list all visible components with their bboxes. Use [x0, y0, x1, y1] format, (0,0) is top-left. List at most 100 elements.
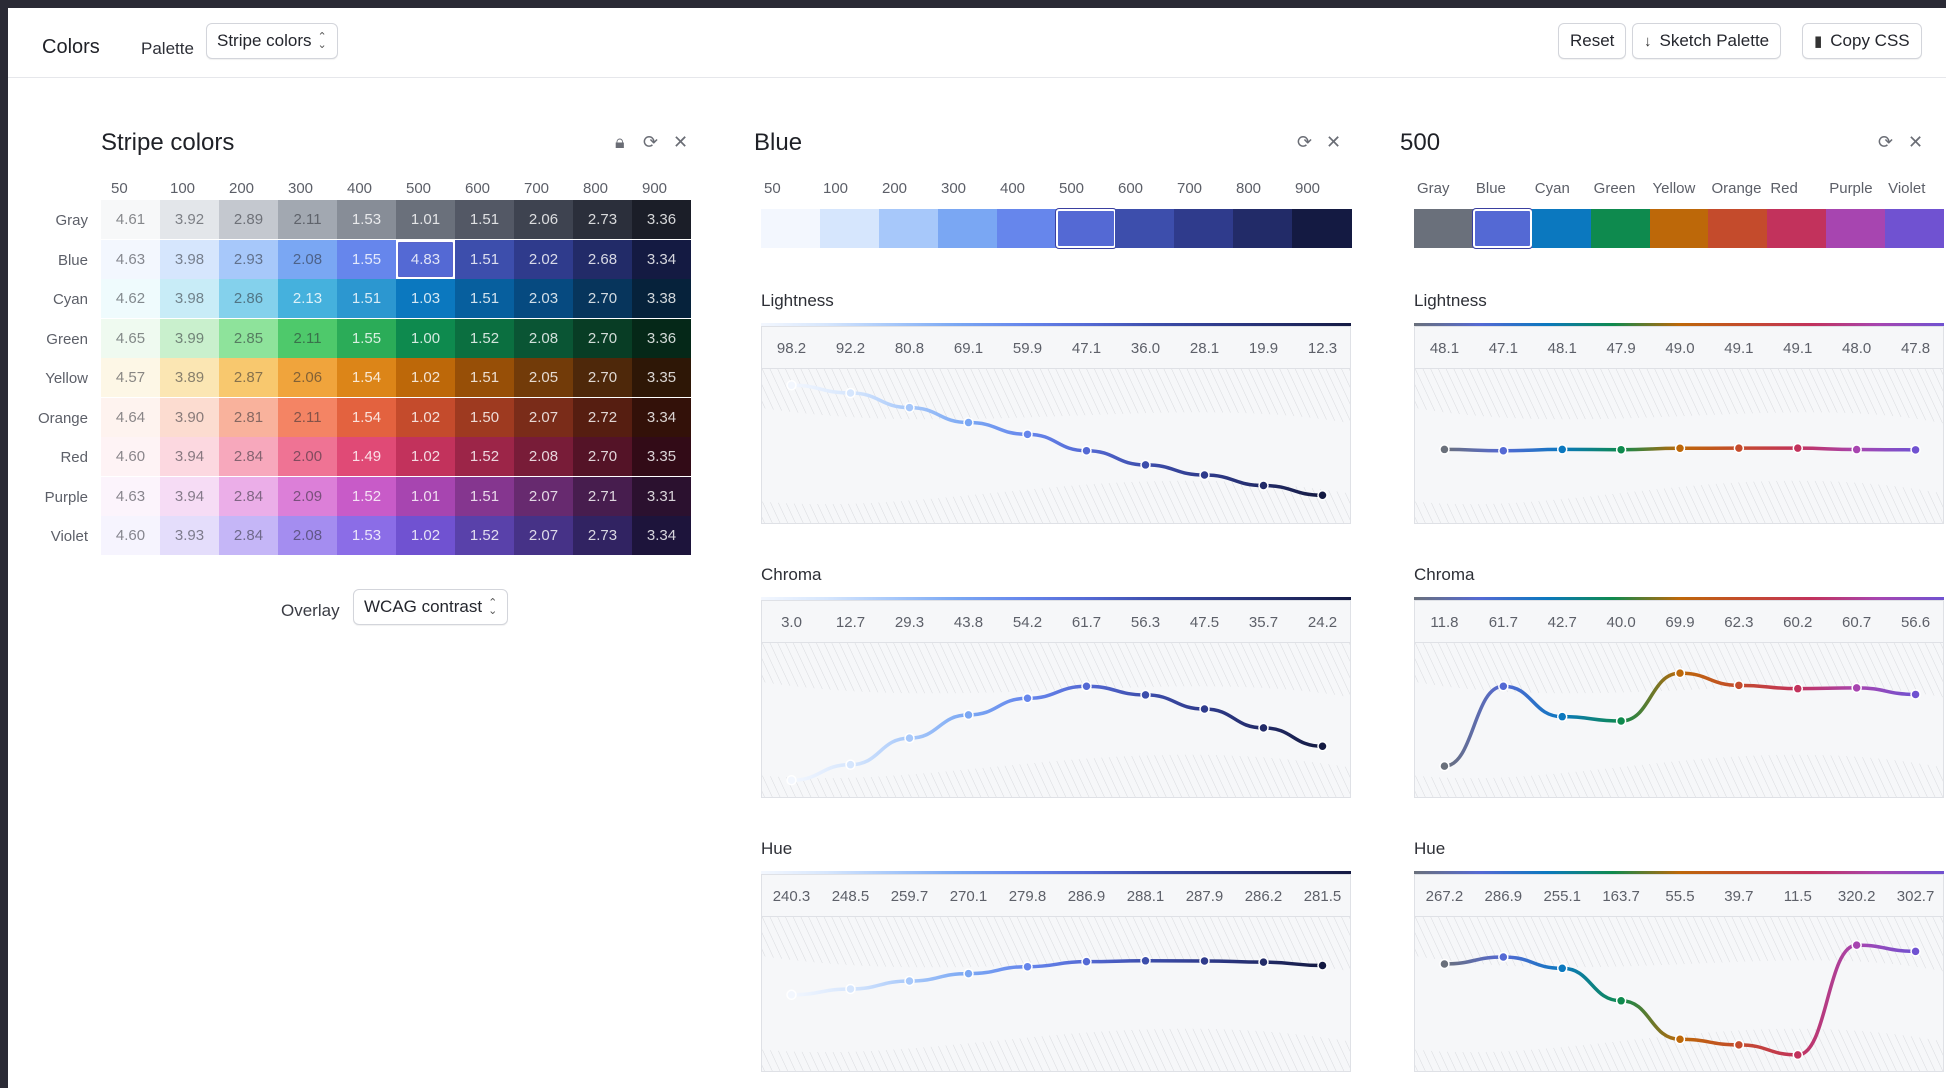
lightness-point[interactable]: [1674, 443, 1686, 454]
heatmap-cell[interactable]: 2.06: [514, 200, 573, 239]
lightness-value[interactable]: 59.9: [998, 340, 1058, 357]
lightness-value[interactable]: 80.8: [880, 340, 940, 357]
chroma-value[interactable]: 60.7: [1827, 614, 1887, 631]
color-swatch[interactable]: [1174, 209, 1234, 248]
hue-point[interactable]: [1674, 1034, 1686, 1045]
heatmap-cell[interactable]: 4.60: [101, 516, 160, 555]
lightness-value[interactable]: 49.0: [1650, 340, 1710, 357]
chroma-value[interactable]: 29.3: [880, 614, 940, 631]
heatmap-cell[interactable]: 2.05: [514, 358, 573, 397]
chroma-point[interactable]: [1910, 689, 1921, 700]
heatmap-cell[interactable]: 3.38: [632, 279, 691, 318]
chroma-point[interactable]: [1556, 711, 1568, 722]
lightness-value[interactable]: 69.1: [939, 340, 999, 357]
heatmap-cell[interactable]: 1.51: [455, 200, 514, 239]
chroma-value[interactable]: 42.7: [1532, 614, 1592, 631]
chroma-point[interactable]: [1851, 682, 1862, 694]
heatmap-cell[interactable]: 1.51: [455, 358, 514, 397]
heatmap-cell[interactable]: 1.01: [396, 476, 455, 516]
chroma-point[interactable]: [1081, 681, 1092, 692]
hue-point[interactable]: [1615, 995, 1627, 1007]
heatmap-cell[interactable]: 4.61: [101, 200, 160, 239]
heatmap-cell[interactable]: 1.01: [396, 200, 455, 239]
refresh-icon[interactable]: ⟳: [1297, 132, 1312, 153]
hue-value[interactable]: 55.5: [1650, 888, 1710, 905]
lightness-point[interactable]: [1199, 469, 1210, 481]
chroma-curve-svg[interactable]: [762, 643, 1351, 798]
heatmap-cell[interactable]: 2.11: [278, 318, 337, 358]
lightness-point[interactable]: [1851, 444, 1862, 455]
heatmap-cell[interactable]: 2.71: [573, 476, 632, 516]
heatmap-cell[interactable]: 3.98: [160, 279, 219, 318]
hue-value[interactable]: 163.7: [1591, 888, 1651, 905]
heatmap-cell[interactable]: 2.11: [278, 397, 337, 437]
hue-point[interactable]: [963, 968, 974, 979]
lightness-curve-svg[interactable]: [1415, 369, 1944, 524]
hue-point[interactable]: [1556, 963, 1568, 974]
copy-css-button[interactable]: ▮ Copy CSS: [1802, 23, 1922, 59]
heatmap-cell[interactable]: 3.36: [632, 200, 691, 239]
hue-point[interactable]: [1317, 960, 1328, 971]
hue-value[interactable]: 281.5: [1293, 888, 1353, 905]
heatmap-cell[interactable]: 2.07: [514, 476, 573, 516]
heatmap-cell[interactable]: 2.84: [219, 516, 278, 555]
chroma-point[interactable]: [1733, 680, 1745, 691]
lightness-value[interactable]: 49.1: [1768, 340, 1828, 357]
hue-point[interactable]: [1140, 955, 1151, 967]
lightness-point[interactable]: [1733, 442, 1745, 454]
heatmap-cell[interactable]: 2.85: [219, 318, 278, 358]
heatmap-cell[interactable]: 1.53: [337, 516, 396, 555]
lightness-value[interactable]: 47.8: [1886, 340, 1946, 357]
chroma-value[interactable]: 43.8: [939, 614, 999, 631]
chroma-value[interactable]: 24.2: [1293, 614, 1353, 631]
heatmap-cell[interactable]: 2.86: [219, 279, 278, 318]
heatmap-cell[interactable]: 1.49: [337, 437, 396, 476]
lightness-point[interactable]: [963, 417, 974, 428]
heatmap-cell[interactable]: 2.00: [278, 437, 337, 476]
heatmap-cell[interactable]: 2.03: [514, 279, 573, 318]
heatmap-cell[interactable]: 1.55: [337, 318, 396, 358]
color-swatch[interactable]: [1115, 209, 1175, 248]
heatmap-cell[interactable]: 2.84: [219, 437, 278, 476]
hue-value[interactable]: 255.1: [1532, 888, 1592, 905]
hue-point[interactable]: [1258, 956, 1269, 968]
color-swatch[interactable]: [1767, 209, 1827, 248]
heatmap-cell[interactable]: 3.89: [160, 358, 219, 397]
chroma-point[interactable]: [1792, 683, 1804, 694]
hue-point[interactable]: [845, 983, 856, 995]
hue-value[interactable]: 288.1: [1116, 888, 1176, 905]
lightness-value[interactable]: 19.9: [1234, 340, 1294, 357]
chroma-value[interactable]: 54.2: [998, 614, 1058, 631]
heatmap-cell[interactable]: 1.51: [337, 279, 396, 318]
heatmap-cell[interactable]: 3.98: [160, 239, 219, 279]
heatmap-cell[interactable]: 3.34: [632, 397, 691, 437]
color-swatch[interactable]: [1292, 209, 1352, 248]
hue-point[interactable]: [1022, 961, 1033, 972]
heatmap-cell[interactable]: 1.51: [455, 279, 514, 318]
lightness-value[interactable]: 48.0: [1827, 340, 1887, 357]
chroma-point[interactable]: [904, 732, 915, 744]
lightness-value[interactable]: 47.1: [1473, 340, 1533, 357]
lightness-point[interactable]: [786, 380, 797, 391]
heatmap-cell[interactable]: 1.53: [337, 200, 396, 239]
color-swatch[interactable]: [1708, 209, 1768, 248]
overlay-select[interactable]: WCAG contrast ⌃ ⌄: [353, 589, 509, 625]
hue-value[interactable]: 259.7: [880, 888, 940, 905]
chroma-value[interactable]: 12.7: [821, 614, 881, 631]
heatmap-cell[interactable]: 3.93: [160, 516, 219, 555]
hue-point[interactable]: [1851, 939, 1862, 951]
lightness-value[interactable]: 47.1: [1057, 340, 1117, 357]
heatmap-cell[interactable]: 4.64: [101, 397, 160, 437]
heatmap-cell[interactable]: 1.03: [396, 279, 455, 318]
heatmap-cell[interactable]: 3.90: [160, 397, 219, 437]
heatmap-cell[interactable]: 1.02: [396, 397, 455, 437]
heatmap-cell[interactable]: 4.65: [101, 318, 160, 358]
heatmap-cell[interactable]: 1.51: [455, 239, 514, 279]
lightness-value[interactable]: 12.3: [1293, 340, 1353, 357]
heatmap-cell[interactable]: 2.89: [219, 200, 278, 239]
lightness-point[interactable]: [1081, 445, 1092, 456]
heatmap-cell[interactable]: 1.02: [396, 358, 455, 397]
heatmap-cell[interactable]: 1.02: [396, 516, 455, 555]
heatmap-cell[interactable]: 4.63: [101, 476, 160, 516]
lightness-point[interactable]: [1140, 459, 1151, 471]
